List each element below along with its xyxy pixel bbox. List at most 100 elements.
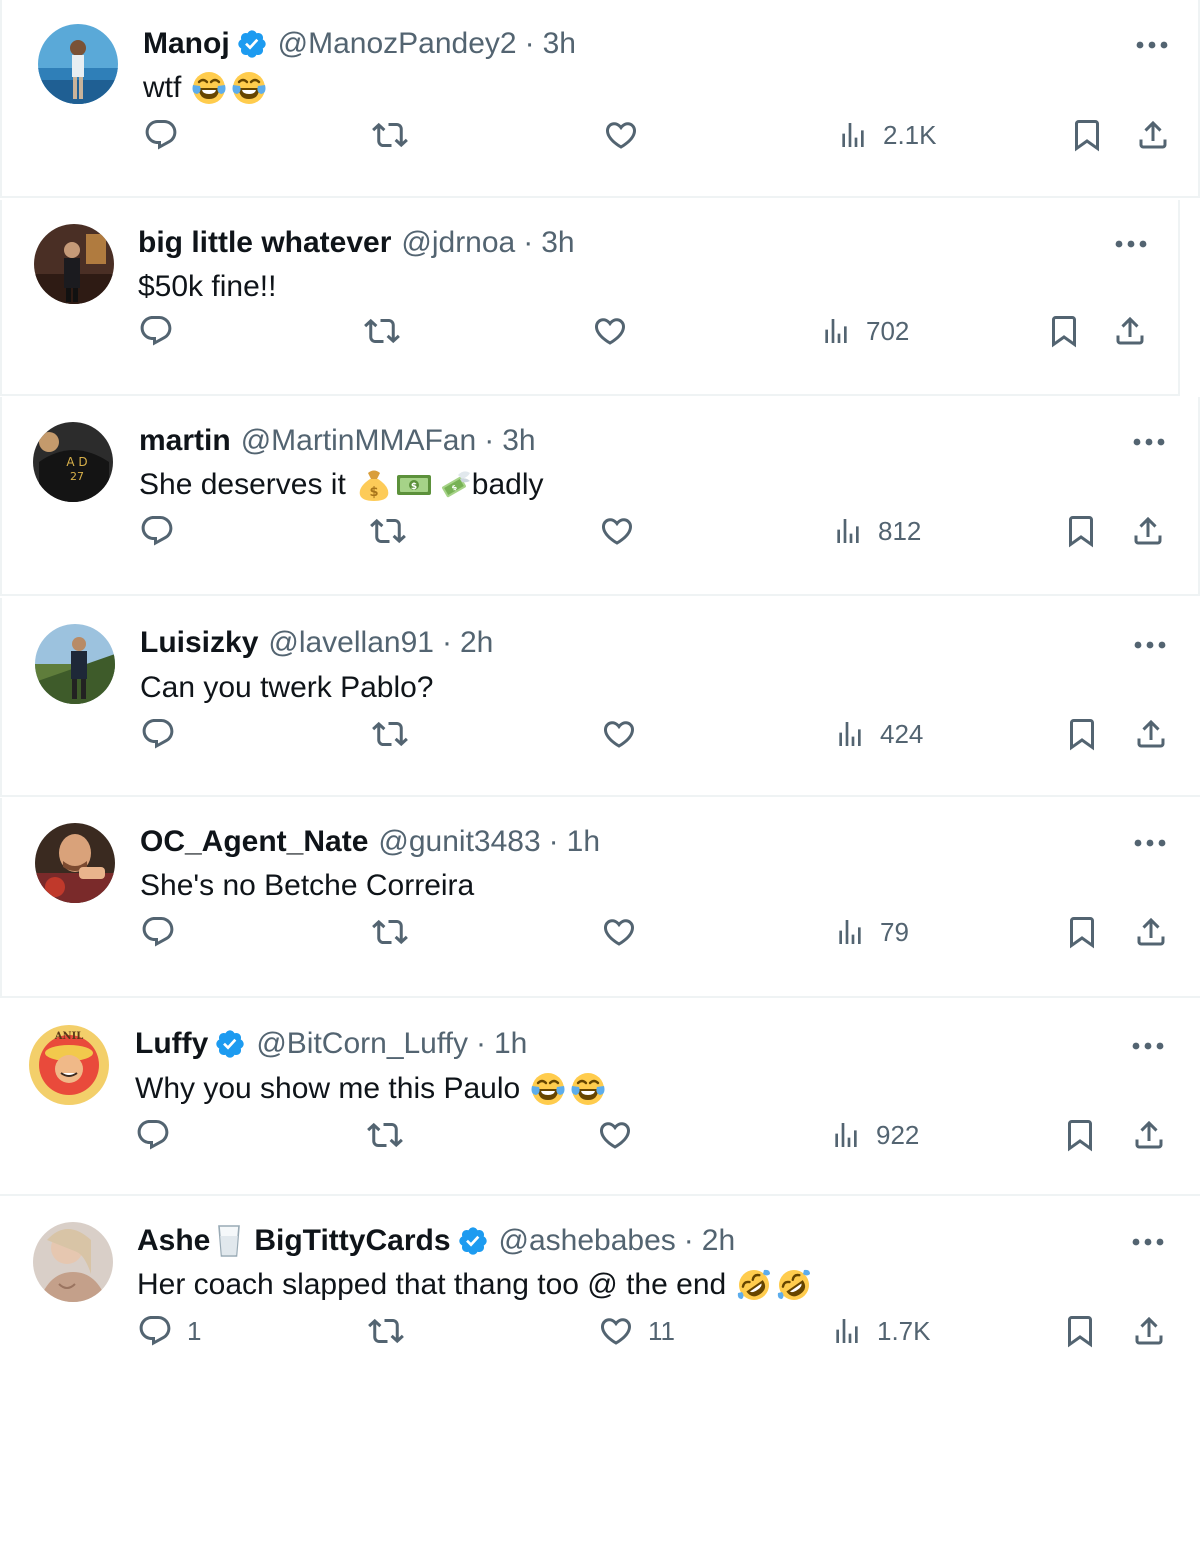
post-text: wtf <box>143 70 267 106</box>
reply-post[interactable]: Manoj @ManozPandey2 · 3h wtf 2.1K <box>0 0 1200 198</box>
views-button[interactable]: 424 <box>834 714 923 754</box>
verified-badge-icon[interactable] <box>457 1225 489 1257</box>
views-button[interactable]: 2.1K <box>837 115 937 155</box>
repost-button[interactable] <box>367 1115 403 1155</box>
share-button[interactable] <box>1112 311 1148 351</box>
post-timestamp[interactable]: 1h <box>494 1026 527 1062</box>
display-name[interactable]: martin <box>139 423 231 459</box>
avatar[interactable] <box>34 224 114 304</box>
user-handle[interactable]: @MartinMMAFan <box>241 423 477 459</box>
display-name[interactable]: Manoj <box>143 26 230 62</box>
like-button[interactable] <box>603 115 653 155</box>
post-timestamp[interactable]: 3h <box>541 225 574 261</box>
avatar[interactable] <box>35 823 115 903</box>
like-button[interactable] <box>597 1115 647 1155</box>
money-bag-emoji-icon <box>356 467 392 503</box>
share-button[interactable] <box>1133 912 1169 952</box>
avatar[interactable] <box>33 1222 113 1302</box>
views-button[interactable]: 79 <box>834 912 909 952</box>
bookmark-button[interactable] <box>1046 311 1082 351</box>
repost-button[interactable] <box>372 912 408 952</box>
repost-button[interactable] <box>368 1311 404 1351</box>
bookmark-icon <box>1064 914 1100 950</box>
more-options-icon[interactable] <box>1114 238 1148 250</box>
more-options-icon[interactable] <box>1133 837 1167 849</box>
verified-badge-icon[interactable] <box>236 28 268 60</box>
bookmark-button[interactable] <box>1064 714 1100 754</box>
like-button[interactable] <box>592 311 642 351</box>
display-name[interactable]: Luffy <box>135 1026 208 1062</box>
reply-button[interactable] <box>140 912 190 952</box>
display-name[interactable]: OC_Agent_Nate <box>140 824 368 860</box>
reply-post[interactable]: A D 27 martin @MartinMMAFan · 3h She deserves … <box>0 397 1200 596</box>
post-timestamp[interactable]: 2h <box>460 625 493 661</box>
reply-button[interactable] <box>140 714 190 754</box>
avatar[interactable]: A D 27 <box>33 422 113 502</box>
views-button[interactable]: 922 <box>830 1115 919 1155</box>
display-name-suffix[interactable]: BigTittyCards <box>254 1223 450 1259</box>
share-button[interactable] <box>1131 1115 1167 1155</box>
reply-button[interactable] <box>138 311 188 351</box>
bookmark-button[interactable] <box>1062 1115 1098 1155</box>
display-name[interactable]: Luisizky <box>140 625 258 661</box>
reply-button[interactable] <box>143 115 193 155</box>
user-handle[interactable]: @lavellan91 <box>268 625 434 661</box>
like-button[interactable]: 11 <box>598 1311 675 1351</box>
more-options-icon[interactable] <box>1135 39 1169 51</box>
display-name[interactable]: Ashe <box>137 1223 210 1259</box>
reply-button[interactable]: 1 <box>137 1311 201 1351</box>
share-button[interactable] <box>1135 115 1171 155</box>
more-options-icon[interactable] <box>1133 639 1167 651</box>
bookmark-button[interactable] <box>1064 912 1100 952</box>
bookmark-button[interactable] <box>1062 1311 1098 1351</box>
bookmark-button[interactable] <box>1063 511 1099 551</box>
reply-button[interactable] <box>139 511 189 551</box>
share-icon <box>1131 1117 1167 1153</box>
reply-post[interactable]: big little whatever @jdrnoa · 3h $50k fine!!… <box>0 200 1180 396</box>
avatar[interactable]: ANIL <box>29 1025 109 1105</box>
more-options-icon[interactable] <box>1131 1040 1165 1052</box>
share-button[interactable] <box>1133 714 1169 754</box>
reply-post[interactable]: ANIL Luffy @BitCorn_Luffy · 1h Why you show m… <box>0 999 1200 1196</box>
post-timestamp[interactable]: 2h <box>702 1223 735 1259</box>
reply-post[interactable]: OC_Agent_Nate @gunit3483 · 1h She's no Betch… <box>0 798 1200 998</box>
post-timestamp[interactable]: 3h <box>502 423 535 459</box>
reply-button[interactable] <box>135 1115 185 1155</box>
verified-badge-icon[interactable] <box>214 1028 246 1060</box>
like-button[interactable] <box>601 714 651 754</box>
user-handle[interactable]: @ManozPandey2 <box>278 26 517 62</box>
views-count: 702 <box>866 315 910 346</box>
user-handle[interactable]: @gunit3483 <box>378 824 540 860</box>
heart-icon <box>599 513 635 549</box>
post-text-body: Why you show me this Paulo <box>135 1072 521 1105</box>
avatar[interactable] <box>35 624 115 704</box>
views-button[interactable]: 1.7K <box>831 1311 931 1351</box>
post-timestamp[interactable]: 3h <box>543 26 576 62</box>
reply-post[interactable]: Luisizky @lavellan91 · 2h Can you twerk Pabl… <box>0 598 1200 797</box>
post-timestamp[interactable]: 1h <box>567 824 600 860</box>
post-text-body: Her coach slapped that thang too @ the e… <box>137 1268 727 1301</box>
svg-text:A D: A D <box>66 455 87 469</box>
share-button[interactable] <box>1131 1311 1167 1351</box>
repost-button[interactable] <box>364 311 400 351</box>
reply-post[interactable]: Ashe BigTittyCards @ashebabes · 2h Her coach … <box>0 1197 1200 1397</box>
face-with-tears-of-joy-emoji-icon <box>530 1071 566 1107</box>
user-handle[interactable]: @jdrnoa <box>401 225 515 261</box>
display-name[interactable]: big little whatever <box>138 225 391 261</box>
more-options-icon[interactable] <box>1132 436 1166 448</box>
avatar[interactable] <box>38 24 118 104</box>
repost-button[interactable] <box>372 714 408 754</box>
repost-button[interactable] <box>372 115 408 155</box>
retweet-icon <box>372 716 408 752</box>
user-handle[interactable]: @BitCorn_Luffy <box>256 1026 468 1062</box>
like-button[interactable] <box>601 912 651 952</box>
more-options-icon[interactable] <box>1131 1236 1165 1248</box>
repost-button[interactable] <box>370 511 406 551</box>
rolling-on-the-floor-laughing-emoji-icon <box>776 1267 812 1303</box>
share-button[interactable] <box>1130 511 1166 551</box>
views-button[interactable]: 812 <box>832 511 921 551</box>
views-button[interactable]: 702 <box>820 311 909 351</box>
user-handle[interactable]: @ashebabes <box>499 1223 676 1259</box>
bookmark-button[interactable] <box>1069 115 1105 155</box>
like-button[interactable] <box>599 511 649 551</box>
